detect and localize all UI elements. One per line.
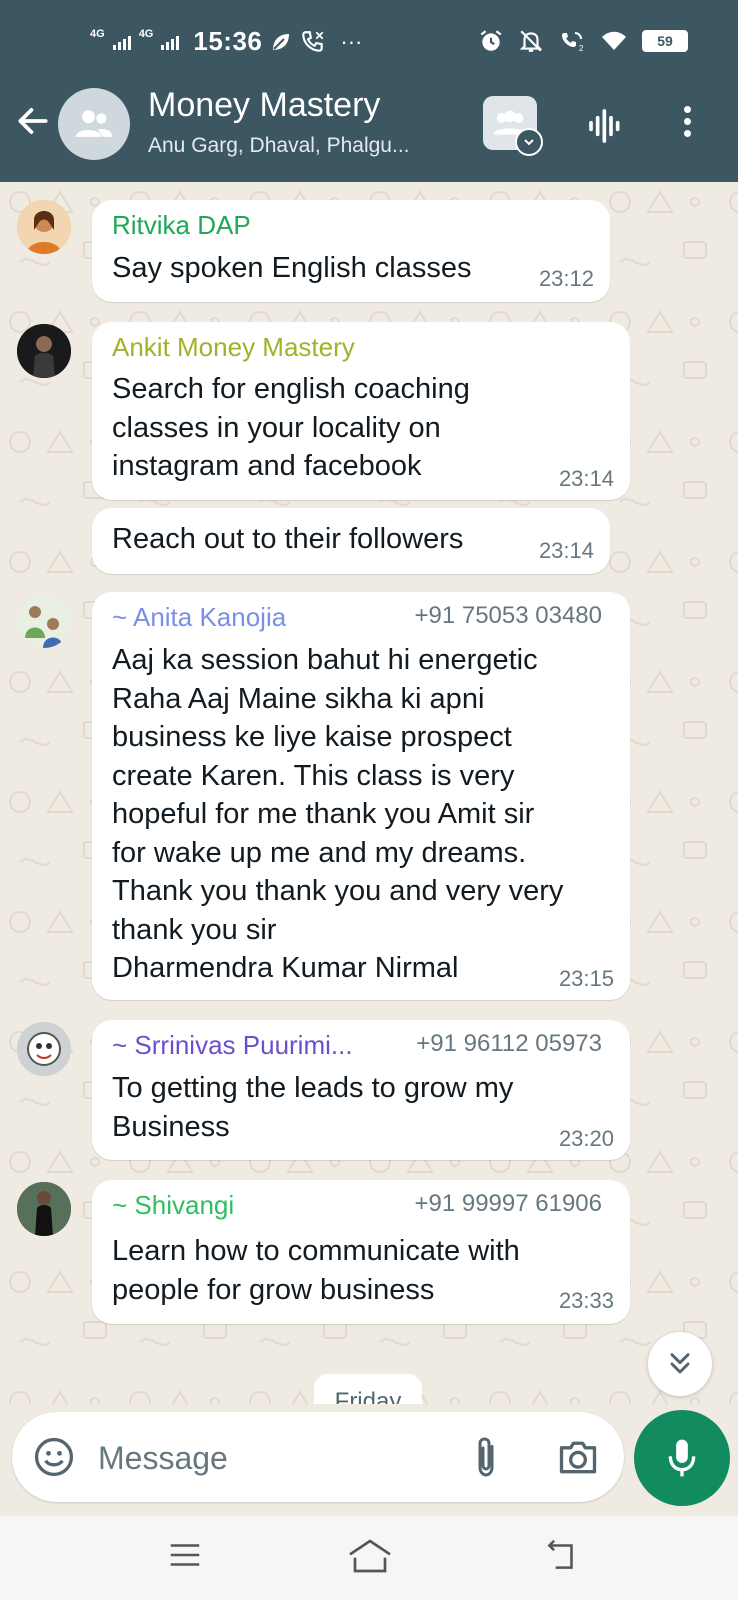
person-photo-icon — [17, 594, 71, 648]
chat-title[interactable]: Money Mastery — [148, 86, 380, 125]
leaf-icon — [273, 33, 290, 50]
sender-name[interactable]: Ankit Money Mastery — [112, 332, 355, 363]
message-text: To getting the leads to grow my Business — [112, 1072, 514, 1143]
network-type-1: 4G — [90, 27, 105, 40]
group-avatar[interactable] — [58, 88, 130, 160]
group-icon — [75, 110, 113, 137]
back-button[interactable] — [14, 102, 52, 147]
wifi-calling-icon: 2 — [562, 32, 584, 53]
status-time: 15:36 — [193, 26, 263, 56]
header: 4G 4G 15:36 ··· 2 59 Money Mastery Anu G… — [0, 0, 738, 182]
person-photo-icon — [17, 1022, 71, 1076]
date-separator: Friday — [314, 1374, 422, 1404]
network-type-2: 4G — [138, 27, 154, 40]
message-time: 23:20 — [558, 1126, 614, 1151]
message-text: Reach out to their followers — [112, 523, 464, 555]
avatar[interactable] — [17, 1182, 71, 1236]
signal-icon — [161, 34, 180, 50]
person-photo-icon — [17, 324, 71, 378]
chat-subtitle[interactable]: Anu Garg, Dhaval, Phalgu... — [148, 134, 410, 158]
message-bubble[interactable]: ~ Anita Kanojia +91 75053 03480 Aaj ka s… — [92, 592, 630, 1000]
message-bubble[interactable]: Ritvika DAP Say spoken English classes 2… — [92, 200, 610, 302]
mic-icon — [668, 1439, 696, 1477]
status-left: 4G 4G 15:36 ··· — [90, 26, 362, 57]
more-vert-icon[interactable] — [684, 106, 691, 137]
message-text: Learn how to communicate with people for… — [112, 1235, 520, 1306]
message-bubble[interactable]: Ankit Money Mastery Search for english c… — [92, 322, 630, 500]
sender-name[interactable]: Ritvika DAP — [112, 210, 251, 241]
sender-phone: +91 99997 61906 — [414, 1190, 602, 1217]
back-nav-icon — [547, 1539, 573, 1569]
signal-icon — [112, 34, 131, 50]
message-bubble[interactable]: ~ Srrinivas Puurimi... +91 96112 05973 T… — [92, 1020, 630, 1160]
message-time: 23:14 — [558, 466, 614, 491]
message-bubble[interactable]: Reach out to their followers 23:14 — [92, 508, 610, 574]
avatar[interactable] — [17, 594, 71, 648]
mute-icon — [519, 30, 543, 52]
sender-phone: +91 75053 03480 — [414, 602, 602, 629]
home-button[interactable] — [345, 1536, 395, 1581]
arrow-left-icon — [18, 108, 48, 134]
wifi-icon — [602, 31, 626, 50]
message-time: 23:12 — [538, 266, 594, 291]
person-photo-icon — [17, 1182, 71, 1236]
menu-lines-icon — [170, 1544, 200, 1566]
message-time: 23:15 — [558, 966, 614, 991]
message-time: 23:33 — [558, 1288, 614, 1313]
voice-chat-button[interactable] — [586, 106, 626, 151]
mic-button[interactable] — [634, 1410, 730, 1506]
message-text: Aaj ka session bahut hi energetic Raha A… — [112, 644, 564, 984]
recents-button[interactable] — [166, 1536, 204, 1579]
message-text: Search for english coaching classes in y… — [112, 373, 470, 482]
message-time: 23:14 — [538, 538, 594, 563]
chevron-down-icon — [524, 139, 534, 146]
scroll-to-bottom-button[interactable] — [648, 1332, 712, 1396]
battery-indicator: 59 — [642, 30, 688, 52]
double-chevron-down-icon — [670, 1353, 690, 1374]
chevron-down-badge — [515, 128, 543, 156]
emoji-button[interactable] — [32, 1435, 76, 1484]
status-right: 2 59 — [478, 28, 688, 54]
sender-name[interactable]: ~ Srrinivas Puurimi... — [112, 1030, 353, 1061]
community-button[interactable] — [483, 96, 543, 156]
audio-wave-icon — [589, 109, 620, 143]
attach-button[interactable] — [468, 1434, 504, 1485]
avatar[interactable] — [17, 200, 71, 254]
svg-text:2: 2 — [579, 44, 584, 53]
back-nav-button[interactable] — [542, 1536, 582, 1579]
emoji-icon — [34, 1437, 74, 1477]
message-bubble[interactable]: ~ Shivangi +91 99997 61906 Learn how to … — [92, 1180, 630, 1324]
message-input[interactable] — [96, 1432, 450, 1484]
status-bar: 4G 4G 15:36 ··· 2 59 — [0, 0, 738, 80]
more-notifications-icon: ··· — [340, 28, 363, 54]
phone-call-icon — [302, 30, 324, 52]
app-bar: Money Mastery Anu Garg, Dhaval, Phalgu..… — [0, 80, 738, 182]
message-text: Say spoken English classes — [112, 252, 472, 284]
camera-button[interactable] — [556, 1436, 600, 1483]
home-icon — [349, 1539, 391, 1573]
sender-phone: +91 96112 05973 — [416, 1030, 602, 1057]
person-photo-icon — [17, 200, 71, 254]
camera-icon — [559, 1441, 597, 1474]
avatar[interactable] — [17, 324, 71, 378]
system-nav-bar — [0, 1516, 738, 1600]
chat-area[interactable]: Ritvika DAP Say spoken English classes 2… — [0, 182, 738, 1404]
sender-name[interactable]: ~ Shivangi — [112, 1190, 234, 1221]
message-composer — [12, 1412, 624, 1502]
avatar[interactable] — [17, 1022, 71, 1076]
paperclip-icon — [478, 1437, 494, 1477]
alarm-icon — [480, 30, 502, 51]
sender-name[interactable]: ~ Anita Kanojia — [112, 602, 286, 633]
